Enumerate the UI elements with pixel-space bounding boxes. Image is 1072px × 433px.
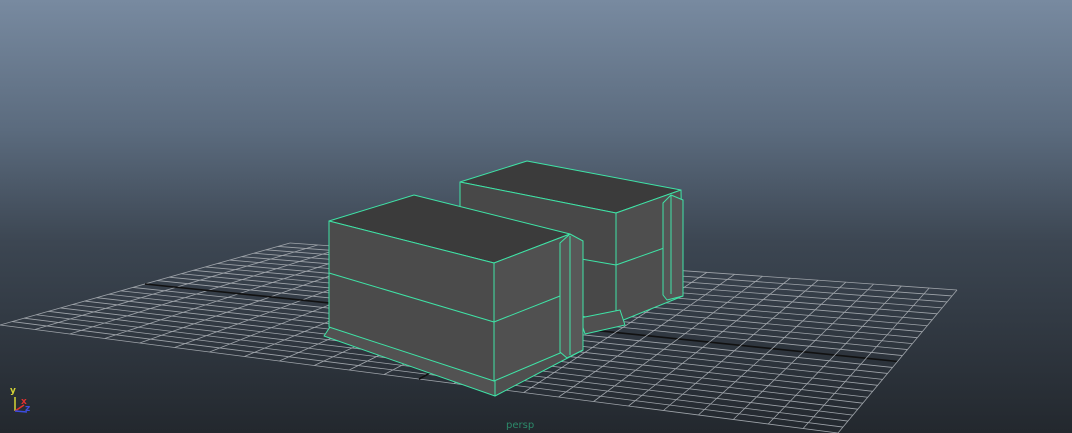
camera-name-label: persp [506, 420, 535, 431]
front-box-bevel[interactable] [559, 233, 584, 359]
axis-z-label: z [25, 404, 31, 414]
grid-line [802, 287, 930, 429]
grid-line [663, 279, 819, 411]
back-box-bevel[interactable] [662, 194, 684, 301]
grid-line [767, 285, 902, 425]
perspective-viewport[interactable]: y x z persp [0, 0, 1072, 433]
grid-line [837, 289, 958, 433]
scene-canvas[interactable] [0, 0, 1072, 433]
axis-y-label: y [10, 386, 16, 396]
mesh-object[interactable] [323, 160, 684, 397]
